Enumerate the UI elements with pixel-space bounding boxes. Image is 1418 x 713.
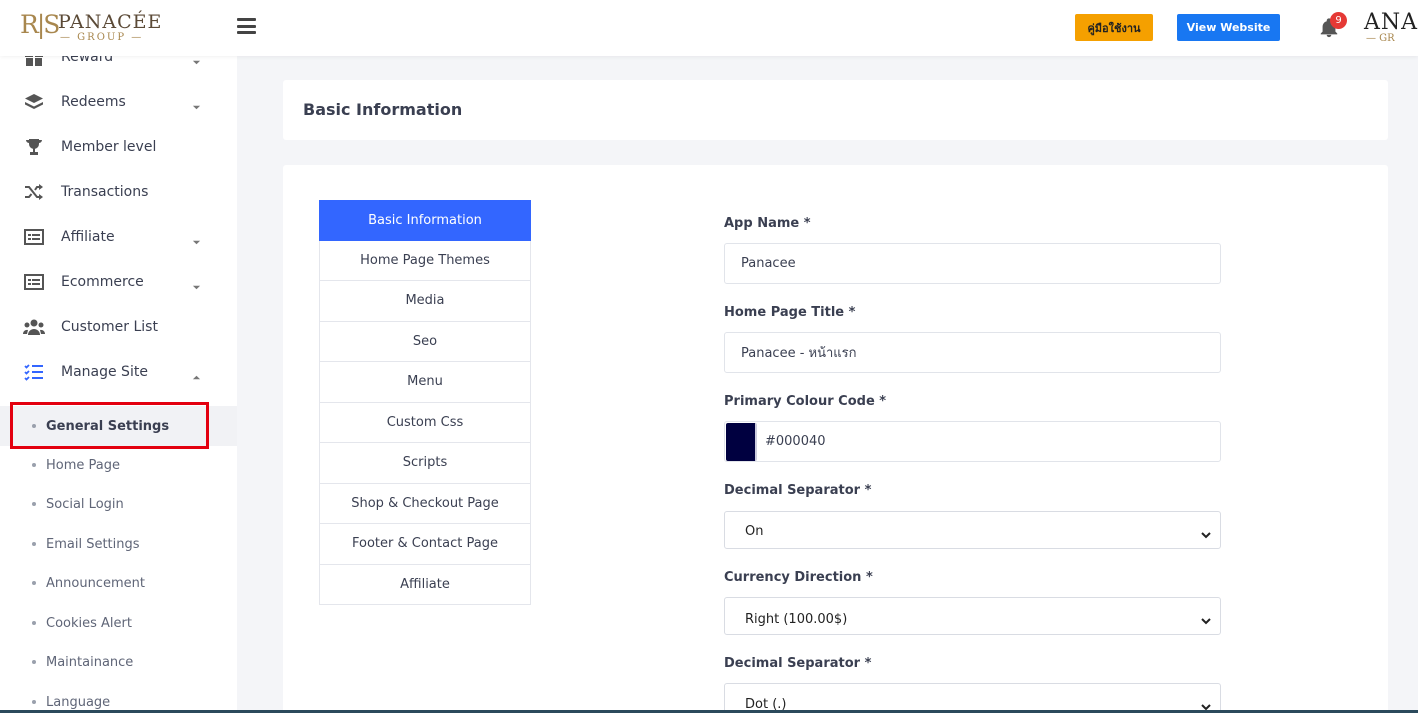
currency-direction-select[interactable]: Right (100.00$) [724,597,1221,635]
primary-colour-field[interactable]: #000040 [724,421,1221,462]
currency-direction-label: Currency Direction * [724,570,873,585]
sidebar-subitem-maintainance[interactable]: Maintainance [0,642,237,682]
sidebar-subitem-general-settings[interactable]: General Settings [0,406,237,446]
tab-footer-contact-page[interactable]: Footer & Contact Page [319,524,531,565]
sidebar-subitem-email-settings[interactable]: Email Settings [0,524,237,564]
sidebar-item-label: Ecommerce [61,273,144,290]
gift-icon [23,56,45,68]
page-header-card: Basic Information [283,80,1388,140]
settings-tabs: Basic Information Home Page Themes Media… [319,200,531,605]
sidebar-subitem-label: Announcement [46,575,145,591]
primary-colour-value: #000040 [765,434,826,449]
sidebar-subitem-label: Home Page [46,457,120,473]
app-name-label: App Name * [724,216,811,231]
tab-basic-information[interactable]: Basic Information [319,200,531,241]
logo-brand: PANACÉE [58,11,163,33]
tab-affiliate[interactable]: Affiliate [319,564,531,605]
sidebar-subitem-home-page[interactable]: Home Page [0,445,237,485]
sidebar: Reward Redeems Member level Transactions… [0,56,237,713]
sidebar-subitem-label: General Settings [46,418,170,434]
sidebar-item-label: Member level [61,138,157,155]
tab-custom-css[interactable]: Custom Css [319,402,531,443]
home-title-input[interactable] [724,332,1221,373]
sidebar-item-transactions[interactable]: Transactions [0,169,237,214]
select-value: Right (100.00$) [745,612,848,627]
logo-subtitle: — GROUP — [60,32,144,43]
notification-badge: 9 [1330,12,1347,29]
sidebar-item-affiliate[interactable]: Affiliate [0,214,237,259]
manual-button[interactable]: คู่มือใช้งาน [1075,14,1153,41]
sidebar-subitem-social-login[interactable]: Social Login [0,484,237,524]
tab-seo[interactable]: Seo [319,321,531,362]
sidebar-item-label: Customer List [61,318,158,335]
users-icon [23,316,45,338]
list-card-icon [23,226,45,248]
sidebar-item-redeems[interactable]: Redeems [0,79,237,124]
checklist-icon [23,361,45,383]
tab-media[interactable]: Media [319,281,531,322]
decimal-separator-2-label: Decimal Separator * [724,656,872,671]
sidebar-subitem-cookies-alert[interactable]: Cookies Alert [0,603,237,643]
colour-swatch[interactable] [726,423,757,461]
tab-home-page-themes[interactable]: Home Page Themes [319,240,531,281]
top-bar: R|S PANACÉE — GROUP — คู่มือใช้งาน View … [0,0,1418,56]
shuffle-icon [23,181,45,203]
sidebar-item-label: Manage Site [61,363,148,380]
chevron-down-icon [192,97,201,110]
tab-shop-checkout-page[interactable]: Shop & Checkout Page [319,483,531,524]
chevron-up-icon [192,367,201,380]
home-title-label: Home Page Title * [724,305,856,320]
user-brand[interactable]: ANA [1364,10,1418,35]
chevron-down-icon [192,232,201,245]
decimal-separator-2-select[interactable]: Dot (.) [724,683,1221,713]
sidebar-subitem-label: Social Login [46,496,124,512]
sidebar-subitem-label: Maintainance [46,654,134,670]
tab-menu[interactable]: Menu [319,362,531,403]
sidebar-item-ecommerce[interactable]: Ecommerce [0,259,237,304]
page-title: Basic Information [303,100,463,119]
sidebar-item-label: Redeems [61,93,126,110]
trophy-icon [23,136,45,158]
sidebar-item-label: Reward [61,56,114,65]
primary-colour-label: Primary Colour Code * [724,394,887,409]
view-website-button[interactable]: View Website [1177,14,1280,41]
sidebar-item-customer-list[interactable]: Customer List [0,304,237,349]
chevron-down-icon [1201,611,1211,625]
decimal-separator-label: Decimal Separator * [724,483,872,498]
chevron-down-icon [1201,697,1211,711]
sidebar-subitem-language[interactable]: Language [0,682,237,713]
sidebar-item-manage-site[interactable]: Manage Site [0,349,237,394]
sidebar-subitem-label: Email Settings [46,536,140,552]
logo-monogram: R|S [20,10,60,39]
user-brand-subtitle: — GR [1366,33,1395,44]
tab-scripts[interactable]: Scripts [319,443,531,484]
sidebar-item-label: Transactions [61,183,149,200]
chevron-down-icon [192,277,201,290]
sidebar-subitem-label: Language [46,694,111,710]
decimal-separator-select[interactable]: On [724,511,1221,549]
sidebar-item-reward[interactable]: Reward [0,56,237,79]
sidebar-subitem-label: Cookies Alert [46,615,132,631]
sidebar-item-label: Affiliate [61,228,115,245]
panacee-logo[interactable]: R|S PANACÉE — GROUP — [20,10,163,46]
app-name-input[interactable] [724,243,1221,284]
layers-icon [23,91,45,113]
list-card-icon [23,271,45,293]
select-value: On [745,524,764,539]
sidebar-item-member-level[interactable]: Member level [0,124,237,169]
sidebar-subitem-announcement[interactable]: Announcement [0,563,237,603]
chevron-down-icon [1201,525,1211,539]
chevron-down-icon [192,56,201,65]
menu-toggle-icon[interactable] [237,18,256,34]
